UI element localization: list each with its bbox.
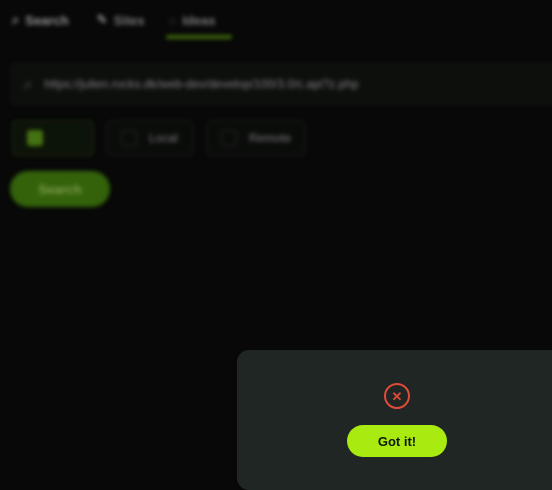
url-value: https://julien.rocks.dk/web-dev/develop/…	[44, 77, 359, 91]
option-remote[interactable]: Remote	[206, 120, 306, 156]
url-input[interactable]: ⌕ https://julien.rocks.dk/web-dev/develo…	[10, 62, 552, 106]
option-all[interactable]	[12, 120, 94, 156]
active-tab-indicator	[166, 35, 232, 39]
option-local[interactable]: Local	[106, 120, 194, 156]
tab-search[interactable]: ⌕ Search	[0, 5, 81, 35]
option-label: Local	[149, 131, 178, 145]
top-tab-bar: ⌕ Search ✎ Sites ◌ Ideas	[0, 0, 552, 40]
option-toggles: Local Remote	[12, 120, 306, 156]
checkbox-icon	[121, 130, 137, 146]
tab-search-label: Search	[25, 12, 69, 28]
tab-ideas[interactable]: ◌ Ideas	[157, 5, 228, 35]
search-icon: ⌕	[24, 75, 33, 93]
tab-sites-label: Sites	[113, 12, 145, 28]
error-dialog: ✕ Got it!	[237, 350, 552, 490]
bulb-icon: ◌	[168, 12, 177, 28]
tab-sites[interactable]: ✎ Sites	[85, 5, 157, 35]
pencil-icon: ✎	[96, 12, 108, 27]
checkbox-icon	[221, 130, 237, 146]
close-circle-icon: ✕	[384, 383, 410, 409]
tab-ideas-label: Ideas	[182, 12, 216, 28]
search-button[interactable]: Search	[10, 171, 110, 207]
search-icon: ⌕	[12, 12, 20, 27]
got-it-button[interactable]: Got it!	[347, 425, 447, 457]
checkbox-icon	[27, 130, 43, 146]
option-label: Remote	[248, 131, 291, 145]
